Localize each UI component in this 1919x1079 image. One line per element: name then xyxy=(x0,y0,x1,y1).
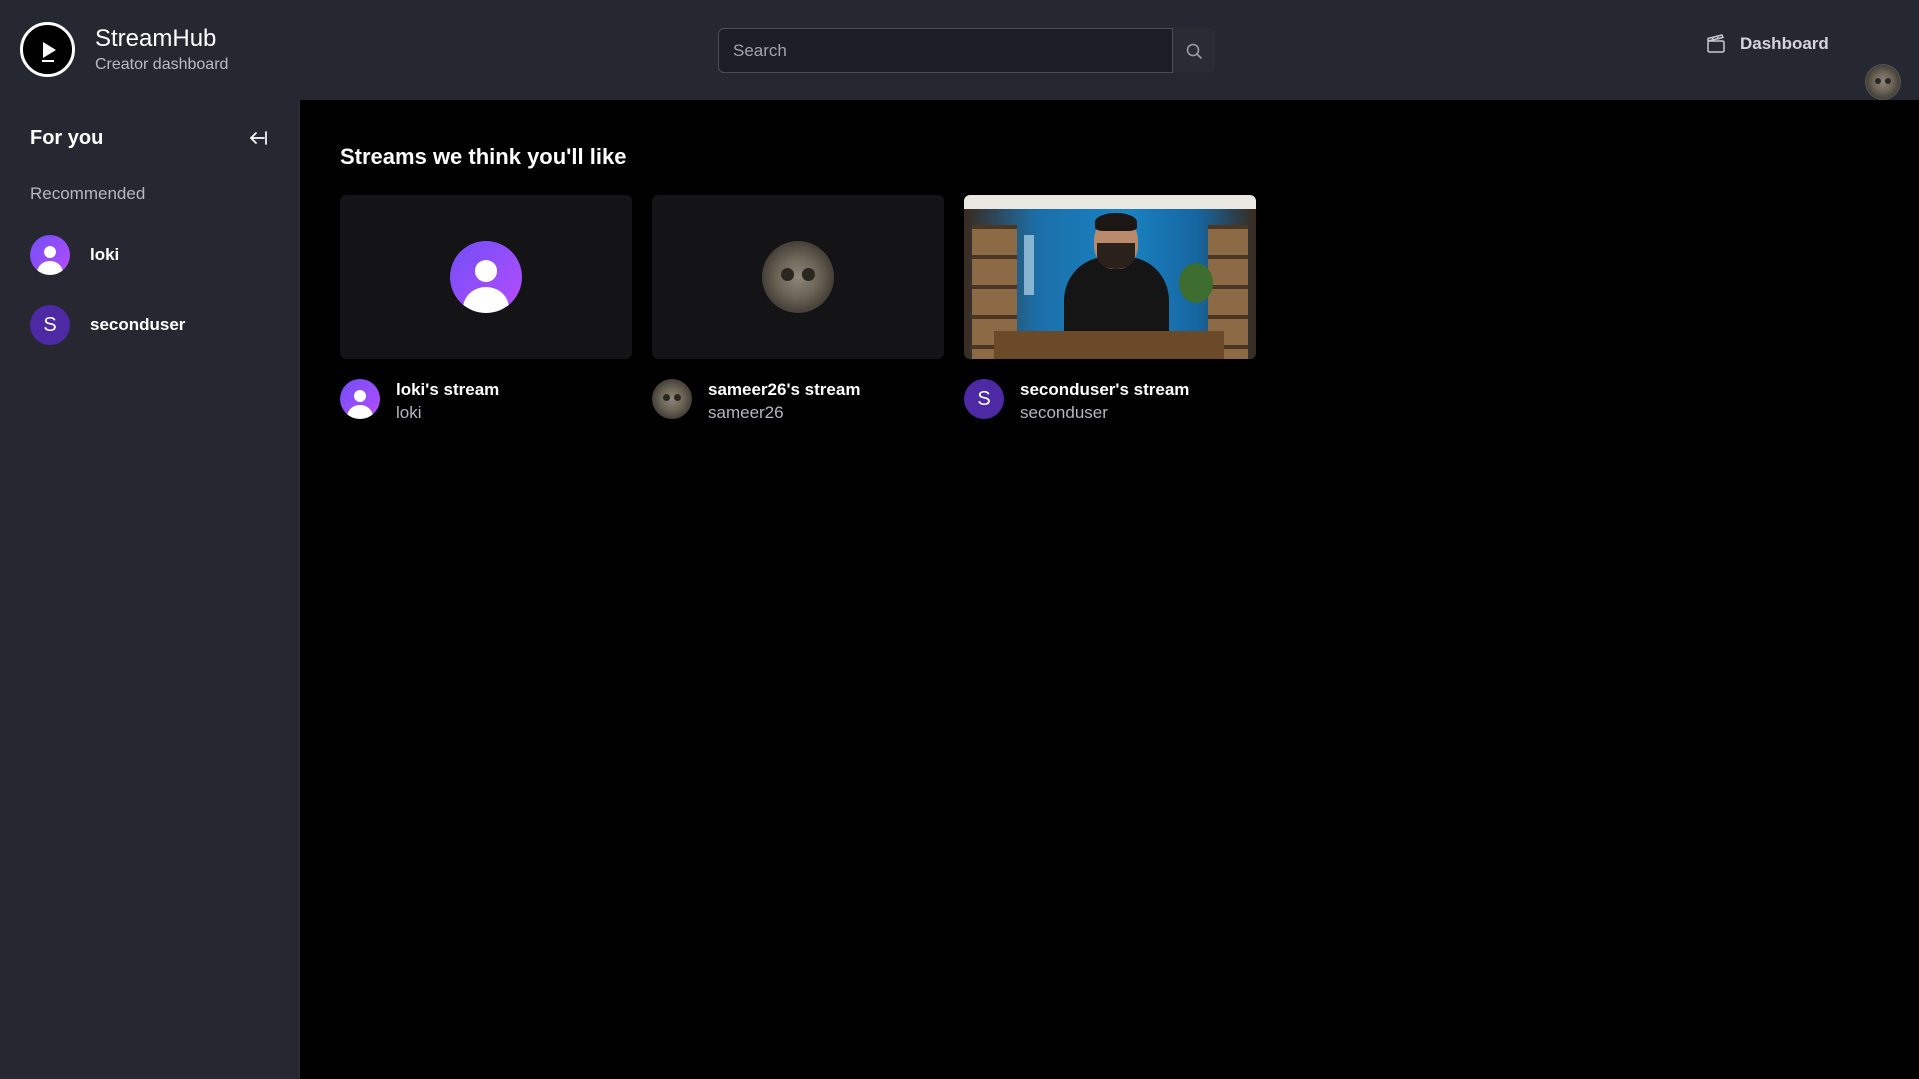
sidebar-item-label: loki xyxy=(90,245,120,264)
stream-title: loki's stream xyxy=(396,380,500,399)
stream-card-sameer26[interactable]: sameer26's stream sameer26 xyxy=(652,195,944,425)
video-frame xyxy=(964,195,1256,359)
sidebar-title: For you xyxy=(30,126,104,149)
stream-thumbnail xyxy=(340,195,632,359)
stream-card-seconduser[interactable]: S seconduser's stream seconduser xyxy=(964,195,1256,425)
recommended-label: Recommended xyxy=(30,184,146,203)
letter-avatar: S xyxy=(30,305,70,345)
brand-logo-link[interactable]: StreamHub Creator dashboard xyxy=(20,22,228,77)
sidebar-header: For you xyxy=(30,126,270,150)
collapse-sidebar-button[interactable] xyxy=(246,126,270,150)
user-avatar-icon xyxy=(30,235,70,275)
search-input[interactable] xyxy=(718,28,1173,73)
sidebar-item-seconduser[interactable]: S seconduser xyxy=(30,303,280,347)
sidebar: For you Recommended loki S seconduser xyxy=(0,100,300,1079)
clapperboard-icon xyxy=(1707,34,1725,53)
owl-avatar xyxy=(652,379,692,419)
page-title: Streams we think you'll like xyxy=(340,144,627,169)
stream-username: loki xyxy=(396,403,422,422)
user-avatar[interactable] xyxy=(1865,64,1901,100)
sidebar-item-label: seconduser xyxy=(90,315,186,334)
search-icon xyxy=(1186,43,1202,59)
brand-subtitle: Creator dashboard xyxy=(95,55,229,73)
top-navbar: StreamHub Creator dashboard Dashboard xyxy=(0,0,1919,100)
dashboard-label: Dashboard xyxy=(1740,34,1829,53)
stream-card-loki[interactable]: loki's stream loki xyxy=(340,195,632,425)
user-avatar-icon xyxy=(340,379,380,419)
stream-thumbnail xyxy=(652,195,944,359)
live-stream-thumbnail xyxy=(964,195,1256,359)
letter-avatar: S xyxy=(964,379,1004,419)
stream-title: seconduser's stream xyxy=(1020,380,1190,399)
stream-title: sameer26's stream xyxy=(708,380,861,399)
user-avatar-icon xyxy=(450,241,522,313)
play-logo-icon xyxy=(20,22,75,77)
search-bar xyxy=(718,28,1215,73)
stream-username: seconduser xyxy=(1020,403,1108,422)
arrow-left-to-line-icon xyxy=(250,131,267,145)
brand-name: StreamHub xyxy=(95,24,217,52)
search-button[interactable] xyxy=(1173,28,1215,73)
sidebar-item-loki[interactable]: loki xyxy=(30,233,280,277)
owl-avatar xyxy=(762,241,834,313)
dashboard-link[interactable]: Dashboard xyxy=(1706,34,1829,54)
main-content: Streams we think you'll like loki's stre… xyxy=(300,100,1919,1079)
stream-username: sameer26 xyxy=(708,403,784,422)
